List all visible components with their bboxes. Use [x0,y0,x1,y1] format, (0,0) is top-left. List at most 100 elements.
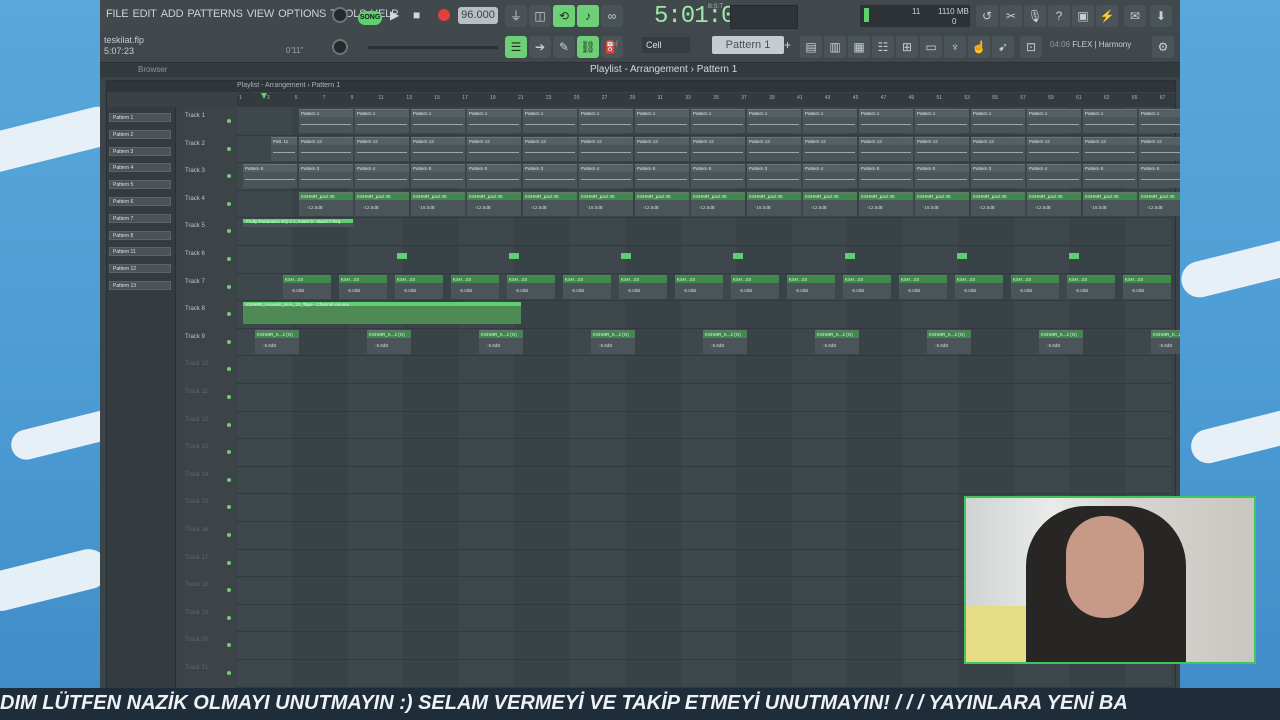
playlist-clip[interactable]: KSHMR_K...2 (G) -8.9dB [255,329,299,354]
menu-add[interactable]: ADD [161,8,184,20]
playlist-clip[interactable]: KSHMR_pact 05 -12.5dB [635,191,689,216]
pattern-picker-item[interactable]: Pattern 3 [109,146,171,156]
playlist-clip[interactable]: KSHMR_pact 05 -12.5dB [467,191,521,216]
playlist-clip[interactable]: KSHMR_pact 05 -12.5dB [859,191,913,216]
playlist-clip[interactable]: KSHMR_K...2 (G) -8.9dB [703,329,747,354]
playlist-clip[interactable]: Pattern 1 [1027,109,1081,133]
menu-patterns[interactable]: PATTERNS [187,8,243,20]
playlist-clip[interactable]: Pattern 1 [635,109,689,133]
settings-icon[interactable]: ⚙ [1152,36,1174,58]
playlist-clip[interactable]: Pattern 13 [971,136,1025,161]
help-icon[interactable]: ? [1048,5,1070,27]
playlist-clip[interactable]: Pattern 13 [859,136,913,161]
track-name[interactable]: Track 10 [185,361,208,367]
playlist-clip[interactable]: Pattern 6 [1083,164,1137,189]
playlist-clip[interactable]: Pattern 8 [411,164,465,189]
playlist-clip[interactable]: KSHMR_K...2 (G) -8.9dB [927,329,971,354]
playlist-clip[interactable]: Pattern 4 [1027,164,1081,189]
track-mute-led[interactable] [227,312,231,317]
track-name[interactable]: Track 1 [185,113,205,119]
timeline-ruler[interactable]: 1 3 5 7 9 11 13 15 17 19 21 23 25 27 29 31 33 35 37 39 41 43 4… [237,93,1175,107]
track-name[interactable]: Track 9 [185,334,205,340]
mic-icon[interactable]: 🎙 [1024,5,1046,27]
save-icon[interactable]: ▣ [1072,5,1094,27]
add-pattern-icon[interactable]: + [784,38,791,52]
tempo-display[interactable]: 96.000 [458,7,498,24]
playlist-clip[interactable]: Pattern 13 [747,136,801,161]
track-name[interactable]: Track 7 [185,279,205,285]
audio-hit[interactable] [733,253,743,259]
playlist-clip[interactable]: Pattern 12 [915,136,969,161]
browser-icon[interactable]: ▭ [920,36,942,58]
plugin-db-icon[interactable]: ♆ [944,36,966,58]
playlist-clip[interactable]: KSHMR_pact 05 -15.0dB [411,191,465,216]
track-mute-led[interactable] [227,367,231,372]
playlist-clip[interactable]: KSH...03 -8.0dB [843,274,891,299]
playlist-clip[interactable]: KSH...03 -8.0dB [563,274,611,299]
routing-icon[interactable]: ⊞ [896,36,918,58]
playlist-clip[interactable]: KSH...03 -8.0dB [395,274,443,299]
playlist-clip[interactable]: KSHMR_pact 05 -15.0dB [915,191,969,216]
playlist-clip[interactable]: Pattern 13 [411,136,465,161]
playlist-clip[interactable]: Pattern 6 [243,164,297,189]
track-name[interactable]: Track 21 [185,665,208,671]
playlist-clip[interactable]: Pattern 3 [971,164,1025,189]
audio-hit[interactable] [957,253,967,259]
playlist-clip[interactable]: KSHMR_pact 05 -12.5dB [691,191,745,216]
chat-icon[interactable]: ✉ [1124,5,1146,27]
playlist-clip[interactable]: Pattern 12 [1139,136,1180,161]
playlist-clip[interactable]: KSH...03 -8.0dB [899,274,947,299]
playlist-clip[interactable]: KSH...03 -8.0dB [675,274,723,299]
menu-options[interactable]: OPTIONS [278,8,326,20]
playlist-clip[interactable]: Pattern 6 [691,164,745,189]
pattern-picker-item[interactable]: Pattern 1 [109,113,171,122]
track-name[interactable]: Track 8 [185,306,205,312]
automation-clip[interactable]: KSHMR_Acoustic_Kick_12_Tape - Channel vo… [243,302,521,325]
playlist-clip[interactable]: KSH...03 -8.0dB [507,274,555,299]
playlist-clip[interactable]: KSH...03 -8.0dB [731,274,779,299]
playlist-clip[interactable]: KSH...03 -8.0dB [1067,274,1115,299]
track-mute-led[interactable] [227,450,231,455]
playlist-clip[interactable]: Pattern 5 [467,164,521,189]
playlist-clip[interactable]: Pattern 13 [523,136,577,161]
playlist-clip[interactable]: KSH...03 -8.0dB [283,274,331,299]
playlist-clip[interactable]: Pattern 1 [1139,109,1180,133]
track-name[interactable]: Track 6 [185,251,205,257]
playlist-clip[interactable]: KSHMR_K...2 (G) -8.9dB [479,329,523,354]
draw-icon[interactable]: ✎ [553,36,575,58]
playlist-clip[interactable]: KSHMR_pact 05 -15.0dB [1083,191,1137,216]
track-mute-led[interactable] [227,560,231,565]
playlist-clip[interactable]: KSHMR_pact 05 -12.5dB [523,191,577,216]
playlist-clip[interactable]: Pattern 12 [355,136,409,161]
pattern-picker-item[interactable]: Pattern 11 [109,247,171,257]
playlist-clip[interactable]: Pattern 12 [1027,136,1081,161]
song-mode-toggle[interactable]: SONG [358,11,382,25]
track-name[interactable]: Track 2 [185,141,205,147]
track-mute-led[interactable] [227,615,231,620]
audio-hit[interactable] [509,253,519,259]
pattern-selector[interactable]: Pattern 1 [712,36,784,54]
track-mute-led[interactable] [227,339,231,344]
track-mute-led[interactable] [227,119,231,123]
playlist-clip[interactable]: Pattern 1 [971,109,1025,133]
playlist-clip[interactable]: Pattern 4 [803,164,857,189]
playlist-clip[interactable]: Pattern 12 [691,136,745,161]
track-mute-led[interactable] [227,533,231,537]
menu-view[interactable]: VIEW [247,8,275,20]
playlist-clip[interactable]: KSHMR_K...2 (G) -8.9dB [1039,329,1083,354]
menu-file[interactable]: FILE [106,8,129,20]
track-name[interactable]: Track 20 [185,637,208,643]
track-mute-led[interactable] [227,643,231,648]
playlist-clip[interactable]: Pattern 1 [299,109,353,133]
touch-icon[interactable]: ☝ [968,36,990,58]
download-icon[interactable]: ⬇ [1150,5,1172,27]
wait-icon[interactable]: ◫ [529,5,551,27]
playlist-clip[interactable]: Pattern 1 [691,109,745,133]
pattern-picker-item[interactable]: Pattern 4 [109,163,171,173]
playlist-clip[interactable]: KSHMR_K...2 (G) -8.9dB [1151,329,1180,354]
playlist-clip[interactable]: KSHMR_K...2 (G) -8.9dB [367,329,411,354]
playlist-clip[interactable]: KSH...03 -8.0dB [1123,274,1171,299]
playlist-clip[interactable]: KSHMR_pact 05 -15.0dB [579,191,633,216]
play-icon[interactable]: ▶ [390,8,399,22]
playlist-clip[interactable]: KSHMR_pact 05 -12.5dB [971,191,1025,216]
